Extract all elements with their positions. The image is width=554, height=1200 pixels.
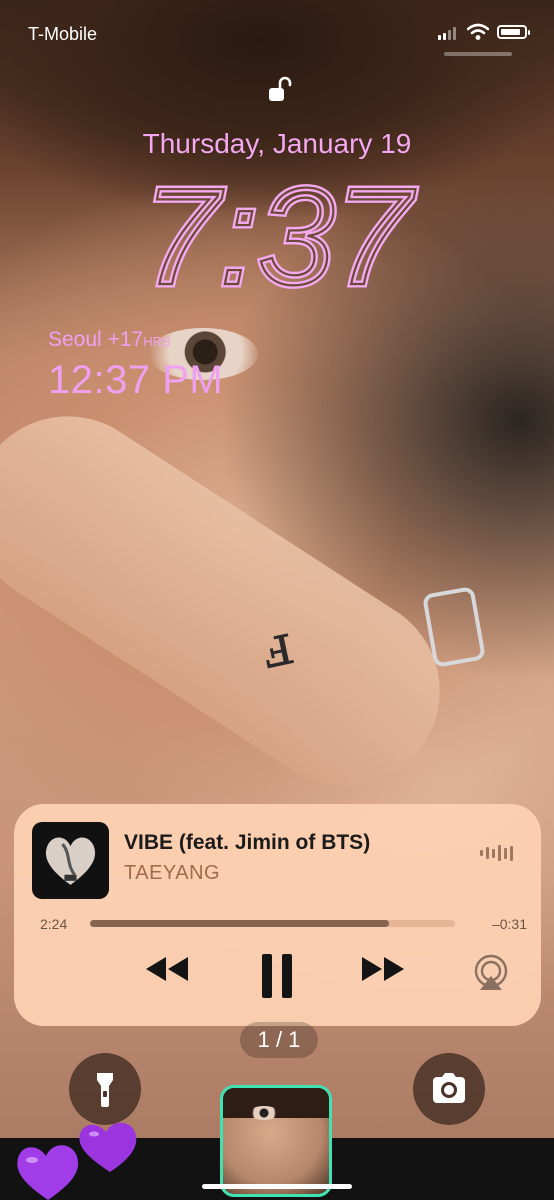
control-center-grabber[interactable] bbox=[444, 52, 512, 56]
home-indicator[interactable] bbox=[202, 1184, 352, 1189]
wallpaper-preview-thumbnail[interactable] bbox=[220, 1085, 332, 1197]
airplay-icon[interactable] bbox=[472, 954, 510, 992]
unlocked-padlock-icon bbox=[269, 76, 292, 101]
lock-time: 7:37 7:37 bbox=[139, 162, 419, 302]
album-art-heart-icon bbox=[45, 837, 96, 885]
camera-button[interactable] bbox=[413, 1053, 485, 1125]
fast-forward-icon[interactable] bbox=[360, 954, 406, 984]
song-title: VIBE (feat. Jimin of BTS) bbox=[124, 831, 371, 854]
elapsed-time: 2:24 bbox=[40, 916, 68, 932]
audio-waveform-icon bbox=[480, 844, 513, 862]
lock-time-inner: 7:37 bbox=[143, 162, 416, 302]
battery-icon bbox=[497, 25, 530, 39]
remaining-time: –0:31 bbox=[491, 916, 527, 932]
rewind-icon[interactable] bbox=[144, 954, 190, 984]
cellular-signal-icon bbox=[438, 26, 456, 40]
flashlight-icon bbox=[97, 1073, 113, 1107]
world-clock-widget[interactable]: Seoul +17HRS 12:37 PM bbox=[48, 328, 223, 403]
album-art[interactable] bbox=[32, 822, 109, 899]
now-playing-widget[interactable]: VIBE (feat. Jimin of BTS) TAEYANG 2:24 –… bbox=[14, 804, 541, 1026]
progress-fill bbox=[90, 920, 390, 927]
wifi-icon bbox=[467, 23, 489, 40]
camera-icon bbox=[433, 1073, 465, 1103]
artist-name: TAEYANG bbox=[124, 862, 221, 884]
pause-icon[interactable] bbox=[262, 954, 292, 998]
widget-page-indicator[interactable]: 1 / 1 bbox=[240, 1022, 318, 1058]
world-clock-time: 12:37 PM bbox=[48, 358, 224, 402]
lock-date: Thursday, January 19 bbox=[142, 128, 412, 159]
thumbnail-eye bbox=[249, 1106, 279, 1120]
status-bar: T-Mobile bbox=[0, 22, 554, 48]
lock-screen: ⅎ T-Mobile Thursday, January 19 7:37 7:3… bbox=[0, 0, 554, 1200]
flashlight-button[interactable] bbox=[69, 1053, 141, 1125]
world-clock-city: Seoul +17HRS bbox=[48, 328, 171, 351]
progress-scrubber[interactable] bbox=[90, 920, 455, 927]
carrier-name: T-Mobile bbox=[28, 24, 98, 44]
